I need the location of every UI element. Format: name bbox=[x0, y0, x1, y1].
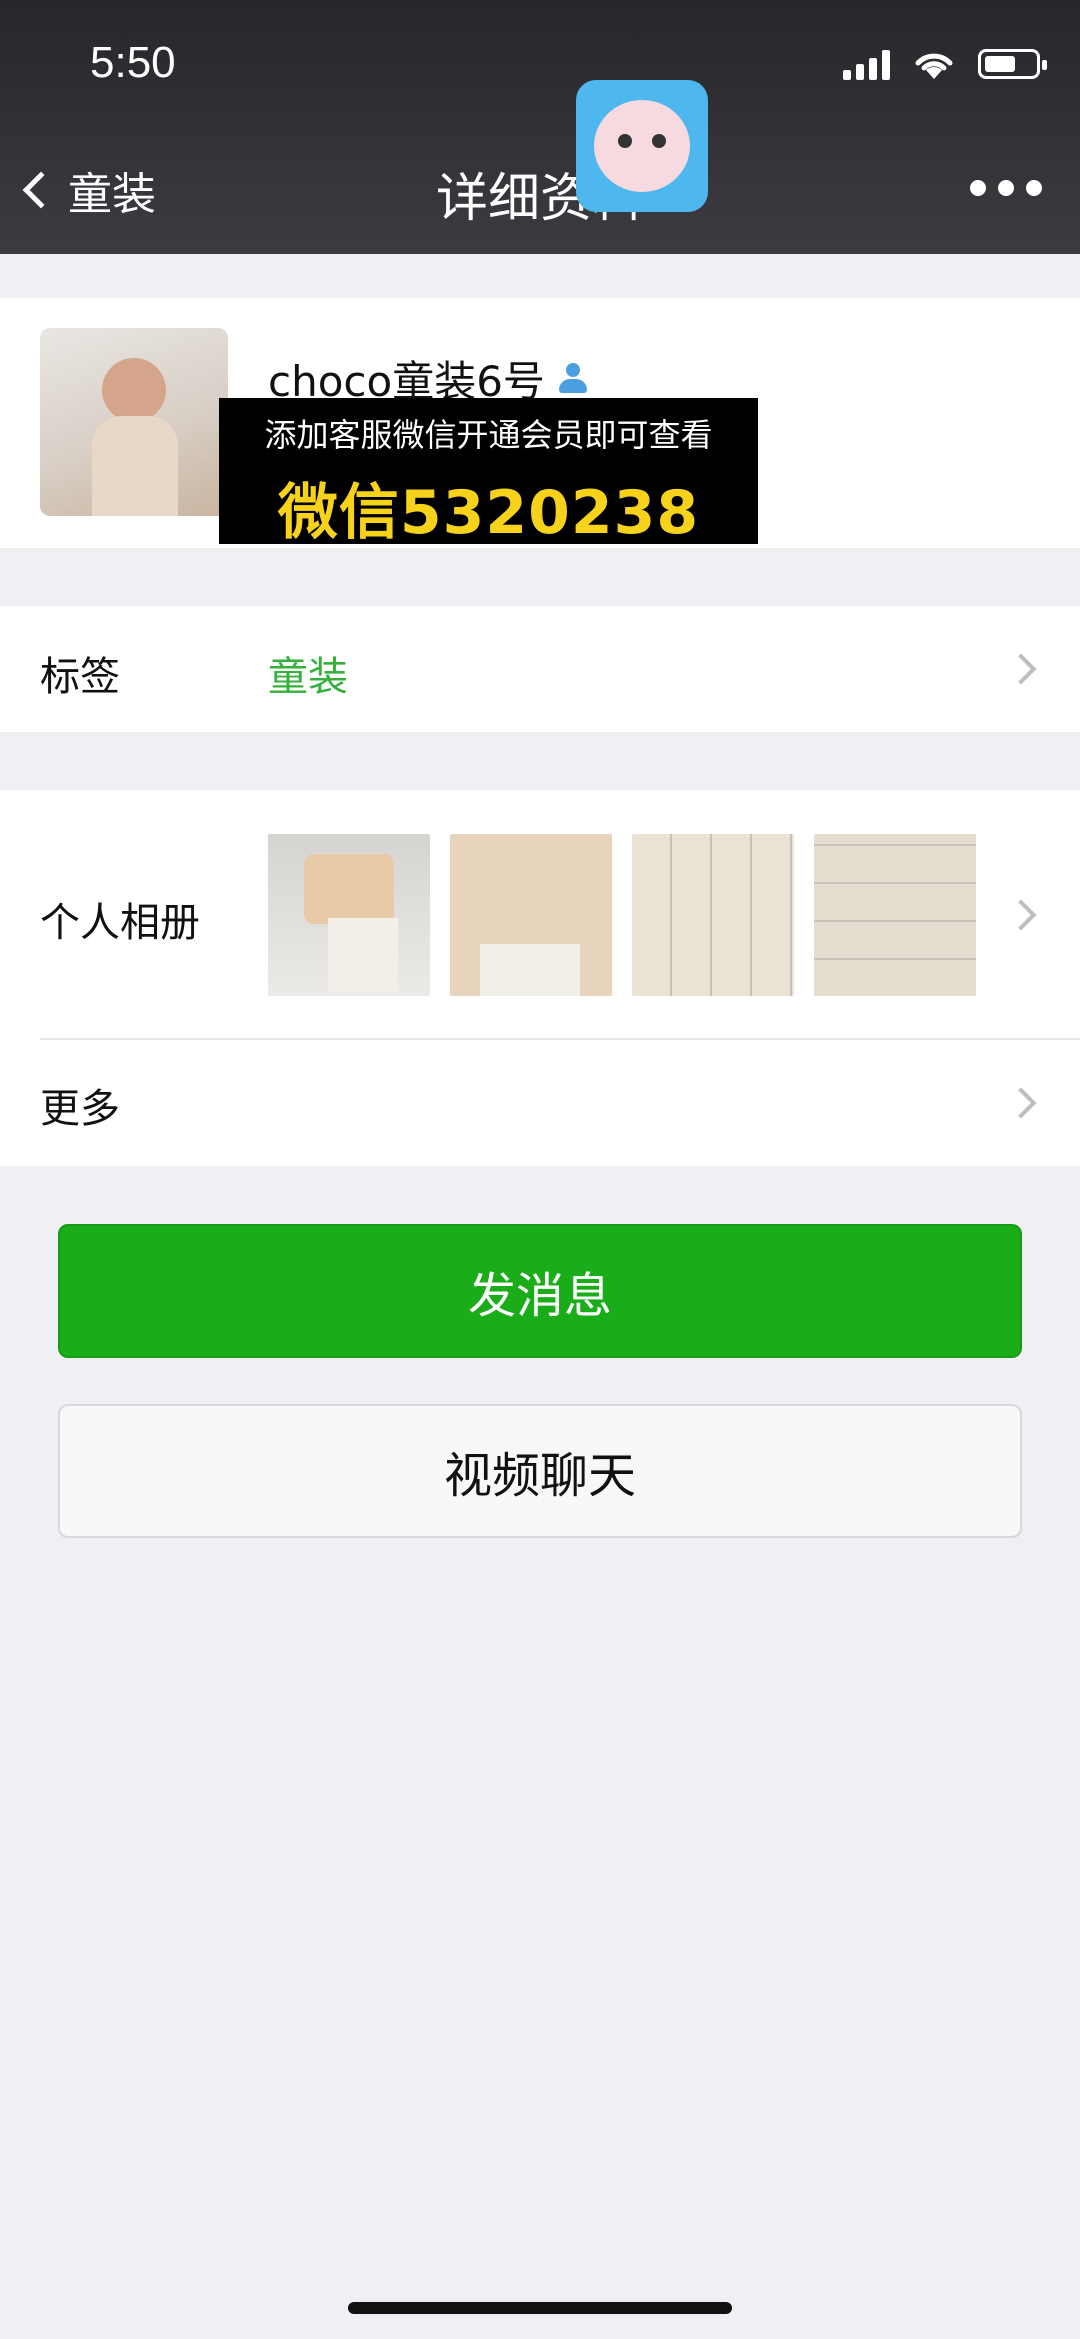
tag-label: 标签 bbox=[40, 654, 120, 700]
header: 5:50 童装 详细资料 bbox=[0, 0, 1080, 254]
album-row[interactable]: 个人相册 bbox=[0, 790, 1080, 1040]
row-chevron-icon bbox=[1005, 1087, 1037, 1119]
promo-line1: 添加客服微信开通会员即可查看 bbox=[264, 416, 713, 454]
person-icon bbox=[555, 361, 591, 397]
signal-icon bbox=[843, 48, 890, 80]
status-icons bbox=[843, 44, 1047, 84]
more-dots-icon[interactable] bbox=[970, 180, 1042, 196]
promo-line2: 微信5320238 bbox=[277, 478, 700, 548]
row-chevron-icon bbox=[1005, 653, 1037, 685]
album-thumb[interactable] bbox=[450, 834, 612, 996]
album-label: 个人相册 bbox=[40, 900, 200, 946]
album-more-card: 个人相册 更多 bbox=[0, 790, 1080, 1166]
video-chat-button[interactable]: 视频聊天 bbox=[58, 1404, 1022, 1538]
battery-icon bbox=[978, 49, 1047, 79]
page-title: 详细资料 bbox=[435, 169, 644, 229]
app-badge-icon bbox=[576, 80, 708, 212]
tag-row[interactable]: 标签 童装 bbox=[0, 606, 1080, 732]
status-time: 5:50 bbox=[90, 38, 176, 87]
album-thumbs bbox=[268, 834, 976, 996]
send-message-button[interactable]: 发消息 bbox=[58, 1224, 1022, 1358]
row-chevron-icon bbox=[1005, 899, 1037, 931]
album-thumb[interactable] bbox=[814, 834, 976, 996]
wifi-icon bbox=[915, 53, 953, 79]
album-thumb[interactable] bbox=[632, 834, 794, 996]
more-label: 更多 bbox=[40, 1086, 120, 1132]
album-thumb[interactable] bbox=[268, 834, 430, 996]
avatar[interactable] bbox=[40, 328, 228, 516]
more-row[interactable]: 更多 bbox=[0, 1040, 1080, 1166]
promo-overlay: 添加客服微信开通会员即可查看 微信5320238 bbox=[219, 398, 758, 548]
home-indicator[interactable] bbox=[348, 2302, 732, 2314]
tag-value: 童装 bbox=[268, 654, 348, 700]
